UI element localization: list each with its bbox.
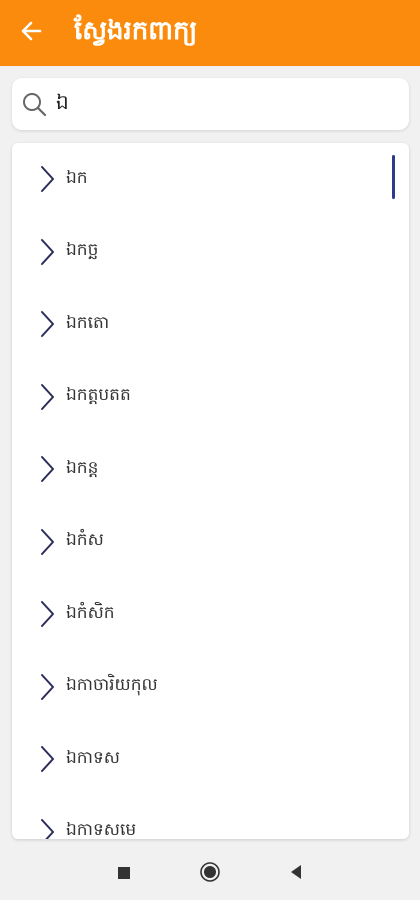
chevron-right-icon — [36, 382, 58, 412]
list-item-label: ឯកំស — [66, 530, 104, 551]
list-item-label: ឯកំសិក — [66, 602, 115, 623]
results-list[interactable]: ឯកឯកច្ឆឯកតោឯកត្តបតតឯកន្តឯកំសឯកំសិកឯកាចារ… — [12, 143, 409, 839]
list-item[interactable]: ឯកាទស — [12, 723, 409, 796]
list-item[interactable]: ឯកាចារិយកុល — [12, 651, 409, 724]
chevron-right-icon — [36, 164, 58, 194]
chevron-right-icon — [36, 237, 58, 267]
chevron-right-icon — [36, 672, 58, 702]
arrow-left-icon — [20, 20, 42, 46]
nav-back-button[interactable] — [253, 848, 339, 900]
system-nav-bar — [0, 848, 420, 900]
square-icon — [117, 865, 131, 884]
list-item-label: ឯកតោ — [66, 312, 110, 333]
list-item-label: ឯកច្ឆ — [66, 240, 99, 261]
list-item[interactable]: ឯកច្ឆ — [12, 216, 409, 289]
chevron-right-icon — [36, 744, 58, 774]
app-bar: ស្វែងរកពាក្យ — [0, 0, 420, 66]
chevron-right-icon — [36, 527, 58, 557]
list-item-label: ឯក — [66, 167, 88, 188]
back-button[interactable] — [0, 0, 62, 66]
list-item-label: ឯកន្ត — [66, 457, 99, 478]
recents-button[interactable] — [81, 848, 167, 900]
list-item[interactable]: ឯកាទសមេ — [12, 796, 409, 839]
chevron-right-icon — [36, 599, 58, 629]
search-input[interactable] — [56, 84, 386, 124]
list-item[interactable]: ឯក — [12, 143, 409, 216]
list-item-label: ឯកាចារិយកុល — [66, 675, 158, 696]
search-icon — [12, 78, 56, 130]
chevron-right-icon — [36, 817, 58, 839]
chevron-right-icon — [36, 454, 58, 484]
list-item[interactable]: ឯកំស — [12, 506, 409, 579]
list-item-label: ឯកាទសមេ — [66, 820, 137, 839]
list-item[interactable]: ឯកត្តបតត — [12, 361, 409, 434]
page-title: ស្វែងរកពាក្យ — [74, 16, 198, 46]
triangle-left-icon — [289, 864, 303, 884]
list-item-label: ឯកាទស — [66, 747, 120, 768]
circle-icon — [199, 861, 221, 887]
results-list-items: ឯកឯកច្ឆឯកតោឯកត្តបតតឯកន្តឯកំសឯកំសិកឯកាចារ… — [12, 143, 409, 839]
chevron-right-icon — [36, 309, 58, 339]
list-item-label: ឯកត្តបតត — [66, 385, 131, 406]
list-item[interactable]: ឯកន្ត — [12, 433, 409, 506]
list-item[interactable]: ឯកំសិក — [12, 578, 409, 651]
home-button[interactable] — [167, 848, 253, 900]
search-bar[interactable] — [12, 78, 409, 130]
scrollbar[interactable] — [392, 155, 395, 199]
list-item[interactable]: ឯកតោ — [12, 288, 409, 361]
